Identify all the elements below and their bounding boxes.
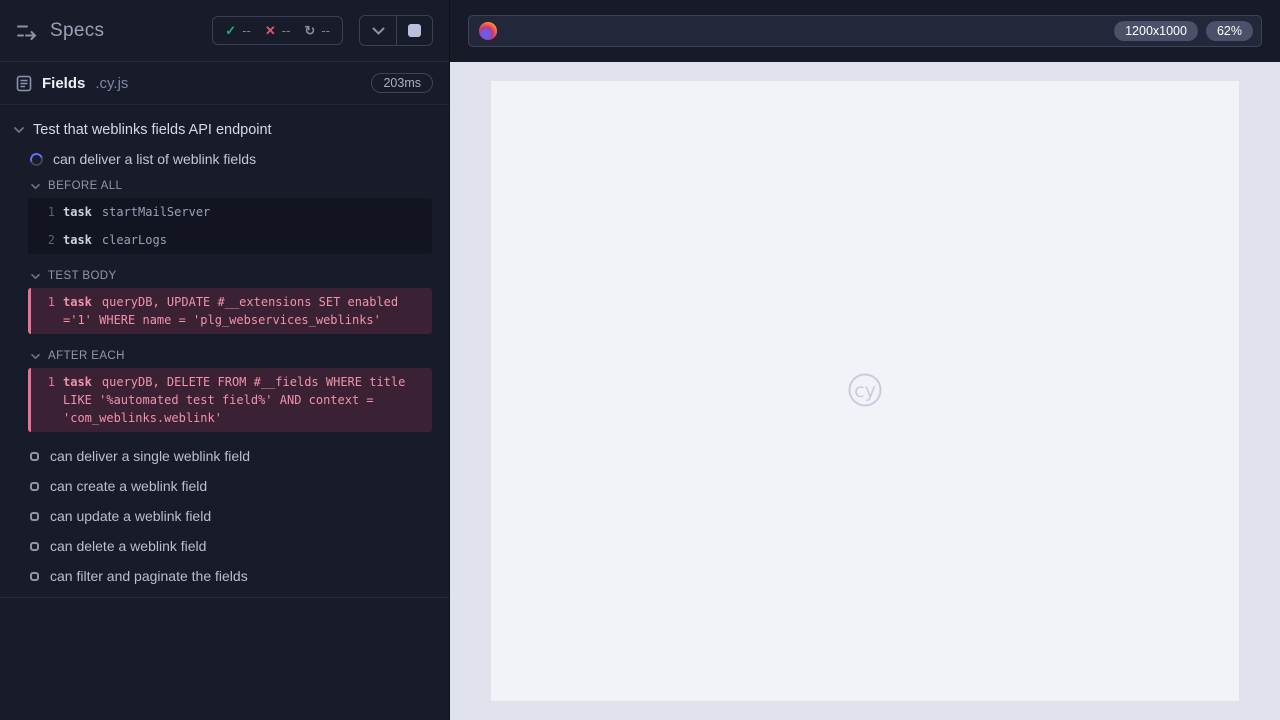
chevron-down-icon [31, 273, 40, 279]
after-each-commands: 1 task queryDB, DELETE FROM #__fields WHE… [28, 368, 432, 432]
test-title: can delete a weblink field [50, 538, 207, 554]
running-count: -- [321, 23, 330, 38]
command-row[interactable]: 2 task clearLogs [31, 226, 432, 254]
test-body-commands: 1 task queryDB, UPDATE #__extensions SET … [28, 288, 432, 334]
command-number: 1 [47, 295, 55, 309]
stat-passed: ✓ -- [225, 23, 251, 38]
pending-test-icon [30, 451, 39, 461]
command-number: 1 [47, 375, 55, 389]
stop-icon [408, 24, 421, 37]
reporter-sidebar: Specs ✓ -- ✕ -- ↻ -- Fields .cy.js 203ms… [0, 0, 450, 720]
command-method: task [63, 375, 92, 389]
command-message: queryDB, UPDATE #__extensions SET enable… [63, 295, 399, 327]
pending-test-row[interactable]: can update a weblink field [0, 501, 449, 531]
url-bar[interactable]: 1200x1000 62% [468, 15, 1262, 47]
refresh-icon: ↻ [304, 23, 316, 38]
command-text: task queryDB, UPDATE #__extensions SET en… [63, 293, 426, 329]
passed-count: -- [242, 23, 251, 38]
spec-duration-badge: 203ms [371, 73, 433, 93]
specs-title: Specs [50, 19, 105, 41]
test-title: can create a weblink field [50, 478, 208, 494]
pending-test-icon [30, 571, 39, 581]
sidebar-empty-area [0, 598, 449, 720]
chevron-down-icon [31, 353, 40, 359]
command-text: task queryDB, DELETE FROM #__fields WHERE… [63, 373, 426, 427]
suite-title: Test that weblinks fields API endpoint [33, 122, 272, 138]
app-viewport[interactable]: cy [491, 81, 1239, 701]
pending-tests: can deliver a single weblink field can c… [0, 441, 449, 591]
command-text: task startMailServer [63, 203, 426, 221]
test-title: can update a weblink field [50, 508, 212, 524]
zoom-level-badge: 62% [1205, 20, 1253, 42]
command-method: task [63, 205, 92, 219]
test-title: can deliver a list of weblink fields [53, 151, 257, 167]
spec-file-icon [16, 75, 32, 91]
command-row[interactable]: 1 task queryDB, UPDATE #__extensions SET … [31, 288, 432, 334]
reporter-header: Specs ✓ -- ✕ -- ↻ -- [0, 0, 449, 62]
check-icon: ✓ [225, 23, 237, 38]
hook-after-each[interactable]: AFTER EACH [0, 343, 449, 365]
test-tree: Test that weblinks fields API endpoint c… [0, 105, 449, 591]
active-test-row[interactable]: can deliver a list of weblink fields [0, 145, 449, 173]
pending-test-icon [30, 541, 39, 551]
hook-test-body[interactable]: TEST BODY [0, 263, 449, 285]
spec-file-name: Fields [42, 74, 86, 92]
stat-running: ↻ -- [304, 23, 330, 38]
pending-test-row[interactable]: can deliver a single weblink field [0, 441, 449, 471]
failed-count: -- [281, 23, 291, 38]
chevron-down-icon [14, 127, 24, 133]
test-title: can filter and paginate the fields [50, 568, 248, 584]
pending-test-icon [30, 481, 39, 491]
command-message: startMailServer [101, 205, 211, 219]
pending-test-row[interactable]: can create a weblink field [0, 471, 449, 501]
command-message: queryDB, DELETE FROM #__fields WHERE tit… [63, 375, 406, 425]
hook-before-all[interactable]: BEFORE ALL [0, 173, 449, 195]
before-all-commands: 1 task startMailServer 2 task clearLogs [28, 198, 432, 254]
spec-file-row[interactable]: Fields .cy.js 203ms [0, 62, 449, 105]
suite-row[interactable]: Test that weblinks fields API endpoint [0, 115, 449, 145]
stage-background: cy [450, 62, 1280, 720]
browser-header: 1200x1000 62% [450, 0, 1280, 62]
command-number: 1 [47, 205, 55, 219]
viewport-size-badge: 1200x1000 [1114, 20, 1198, 42]
spec-file-extension: .cy.js [95, 74, 129, 92]
stat-failed: ✕ -- [265, 23, 291, 38]
pending-test-row[interactable]: can delete a weblink field [0, 531, 449, 561]
command-row[interactable]: 1 task startMailServer [31, 198, 432, 226]
collapse-sidebar-icon[interactable] [16, 22, 38, 40]
cypress-app: Specs ✓ -- ✕ -- ↻ -- Fields .cy.js 203ms… [0, 0, 1280, 720]
test-title: can deliver a single weblink field [50, 448, 250, 464]
command-method: task [63, 233, 92, 247]
x-icon: ✕ [264, 23, 276, 38]
command-number: 2 [47, 233, 55, 247]
chevron-down-icon [31, 183, 40, 189]
firefox-icon [479, 22, 497, 40]
svg-text:cy: cy [854, 380, 876, 402]
pending-test-icon [30, 511, 39, 521]
aut-panel: 1200x1000 62% cy [450, 0, 1280, 720]
hook-label: BEFORE ALL [48, 180, 123, 192]
command-method: task [63, 295, 92, 309]
hook-label: AFTER EACH [48, 350, 125, 362]
stop-run-button[interactable] [396, 16, 432, 45]
running-spinner-icon [27, 150, 46, 168]
hook-label: TEST BODY [48, 270, 117, 282]
chevron-down-icon [372, 27, 384, 35]
run-controls [359, 15, 433, 46]
test-stats: ✓ -- ✕ -- ↻ -- [212, 16, 343, 45]
pending-test-row[interactable]: can filter and paginate the fields [0, 561, 449, 591]
command-text: task clearLogs [63, 231, 426, 249]
collapse-all-button[interactable] [360, 16, 396, 45]
command-row[interactable]: 1 task queryDB, DELETE FROM #__fields WHE… [31, 368, 432, 432]
cypress-logo-icon: cy [848, 373, 882, 407]
command-message: clearLogs [101, 233, 167, 247]
